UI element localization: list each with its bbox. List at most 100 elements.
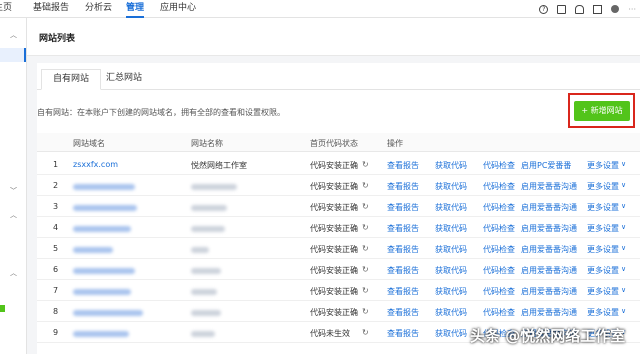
chevron-down-icon[interactable]: ∨ [621, 265, 626, 273]
table-row: 8 代码安装正确 ↻ 查看报告 获取代码 代码检查 启用爱番番沟通 更多设置 ∨ [37, 301, 640, 322]
get-code-link[interactable]: 获取代码 [435, 181, 467, 192]
enable-aifanfan-link[interactable]: 启用爱番番沟通 [521, 307, 577, 318]
chevron-up-icon[interactable]: ︿ [10, 30, 17, 40]
refresh-icon[interactable]: ↻ [362, 160, 369, 169]
enable-aifanfan-link[interactable]: 启用爱番番沟通 [521, 244, 577, 255]
code-status: 代码安装正确 [310, 182, 358, 191]
enable-aifanfan-link[interactable]: 启用PC爱番番 [521, 160, 571, 171]
get-code-link[interactable]: 获取代码 [435, 244, 467, 255]
get-code-link[interactable]: 获取代码 [435, 307, 467, 318]
code-status: 代码安装正确 [310, 161, 358, 170]
table-header: 网站域名 网站名称 首页代码状态 操作 [37, 133, 640, 152]
tab-summary-sites[interactable]: 汇总网站 [95, 69, 153, 90]
site-name-redacted [191, 246, 209, 255]
check-code-link[interactable]: 代码检查 [483, 181, 515, 192]
chevron-down-icon[interactable]: ∨ [621, 181, 626, 189]
check-code-link[interactable]: 代码检查 [483, 307, 515, 318]
refresh-icon[interactable]: ↻ [362, 307, 369, 316]
help-icon[interactable]: ? [539, 4, 549, 14]
chevron-down-icon[interactable]: ∨ [621, 223, 626, 231]
more-settings-link[interactable]: 更多设置 [587, 223, 619, 234]
get-code-link[interactable]: 获取代码 [435, 223, 467, 234]
site-name-redacted [191, 225, 225, 234]
site-name-redacted [191, 267, 221, 276]
get-code-link[interactable]: 获取代码 [435, 265, 467, 276]
check-code-link[interactable]: 代码检查 [483, 223, 515, 234]
site-name-redacted [191, 204, 227, 213]
sidebar-active-item[interactable] [0, 48, 26, 62]
chevron-down-icon[interactable]: ﹀ [10, 186, 17, 196]
more-settings-link[interactable]: 更多设置 [587, 160, 619, 171]
site-domain-link[interactable]: zsxxfx.com [73, 160, 118, 169]
more-settings-link[interactable]: 更多设置 [587, 265, 619, 276]
refresh-icon[interactable]: ↻ [362, 181, 369, 190]
site-name-redacted [191, 183, 237, 192]
view-report-link[interactable]: 查看报告 [387, 244, 419, 255]
site-domain-redacted [73, 267, 135, 276]
table-row: 4 代码安装正确 ↻ 查看报告 获取代码 代码检查 启用爱番番沟通 更多设置 ∨ [37, 217, 640, 238]
nav-tab-home[interactable]: 主页 [0, 0, 12, 18]
view-report-link[interactable]: 查看报告 [387, 307, 419, 318]
refresh-icon[interactable]: ↻ [362, 328, 369, 337]
enable-aifanfan-link[interactable]: 启用爱番番沟通 [521, 223, 577, 234]
user-menu-chevron[interactable]: ··· [628, 5, 636, 14]
view-report-link[interactable]: 查看报告 [387, 202, 419, 213]
code-status: 代码未生效 [310, 329, 350, 338]
chevron-up-icon[interactable]: ︿ [10, 268, 17, 278]
site-domain-redacted [73, 225, 131, 234]
refresh-icon[interactable]: ↻ [362, 286, 369, 295]
refresh-icon[interactable]: ↻ [362, 223, 369, 232]
more-settings-link[interactable]: 更多设置 [587, 244, 619, 255]
more-settings-link[interactable]: 更多设置 [587, 307, 619, 318]
refresh-icon[interactable]: ↻ [362, 202, 369, 211]
view-report-link[interactable]: 查看报告 [387, 181, 419, 192]
enable-aifanfan-link[interactable]: 启用爱番番沟通 [521, 202, 577, 213]
site-domain-redacted [73, 288, 131, 297]
row-number: 8 [53, 307, 59, 316]
enable-aifanfan-link[interactable]: 启用爱番番沟通 [521, 181, 577, 192]
more-settings-link[interactable]: 更多设置 [587, 181, 619, 192]
chevron-down-icon[interactable]: ∨ [621, 202, 626, 210]
refresh-icon[interactable]: ↻ [362, 265, 369, 274]
chevron-down-icon[interactable]: ∨ [621, 307, 626, 315]
chevron-down-icon[interactable]: ∨ [621, 286, 626, 294]
chevron-up-icon[interactable]: ︿ [10, 210, 17, 220]
sidebar-new-badge [0, 305, 5, 312]
view-report-link[interactable]: 查看报告 [387, 286, 419, 297]
add-site-button[interactable]: + 新增网站 [574, 101, 630, 121]
enable-aifanfan-link[interactable]: 启用爱番番沟通 [521, 265, 577, 276]
get-code-link[interactable]: 获取代码 [435, 286, 467, 297]
row-number: 5 [53, 244, 59, 253]
tab-own-sites[interactable]: 自有网站 [41, 69, 102, 90]
table-row: 3 代码安装正确 ↻ 查看报告 获取代码 代码检查 启用爱番番沟通 更多设置 ∨ [37, 196, 640, 217]
enable-aifanfan-link[interactable]: 启用爱番番沟通 [521, 286, 577, 297]
nav-tab-app-center[interactable]: 应用中心 [160, 0, 196, 18]
view-report-link[interactable]: 查看报告 [387, 265, 419, 276]
view-report-link[interactable]: 查看报告 [387, 160, 419, 171]
more-settings-link[interactable]: 更多设置 [587, 202, 619, 213]
check-code-link[interactable]: 代码检查 [483, 265, 515, 276]
page-title: 网站列表 [39, 34, 76, 44]
nav-tab-analytics-cloud[interactable]: 分析云 [85, 0, 112, 18]
check-code-link[interactable]: 代码检查 [483, 160, 515, 171]
column-header-domain: 网站域名 [73, 139, 105, 148]
copy-icon[interactable] [593, 4, 603, 14]
check-code-link[interactable]: 代码检查 [483, 286, 515, 297]
refresh-icon[interactable]: ↻ [362, 244, 369, 253]
get-code-link[interactable]: 获取代码 [435, 328, 467, 339]
bell-icon[interactable] [575, 4, 585, 14]
nav-tab-basic-report[interactable]: 基础报告 [33, 0, 69, 18]
view-report-link[interactable]: 查看报告 [387, 328, 419, 339]
document-icon[interactable] [557, 4, 567, 14]
view-report-link[interactable]: 查看报告 [387, 223, 419, 234]
table-row: 2 代码安装正确 ↻ 查看报告 获取代码 代码检查 启用爱番番沟通 更多设置 ∨ [37, 175, 640, 196]
more-settings-link[interactable]: 更多设置 [587, 286, 619, 297]
chevron-down-icon[interactable]: ∨ [621, 244, 626, 252]
nav-tab-manage[interactable]: 管理 [126, 0, 145, 18]
chevron-down-icon[interactable]: ∨ [621, 160, 626, 168]
check-code-link[interactable]: 代码检查 [483, 202, 515, 213]
check-code-link[interactable]: 代码检查 [483, 244, 515, 255]
user-avatar-icon[interactable] [611, 5, 620, 13]
get-code-link[interactable]: 获取代码 [435, 160, 467, 171]
get-code-link[interactable]: 获取代码 [435, 202, 467, 213]
